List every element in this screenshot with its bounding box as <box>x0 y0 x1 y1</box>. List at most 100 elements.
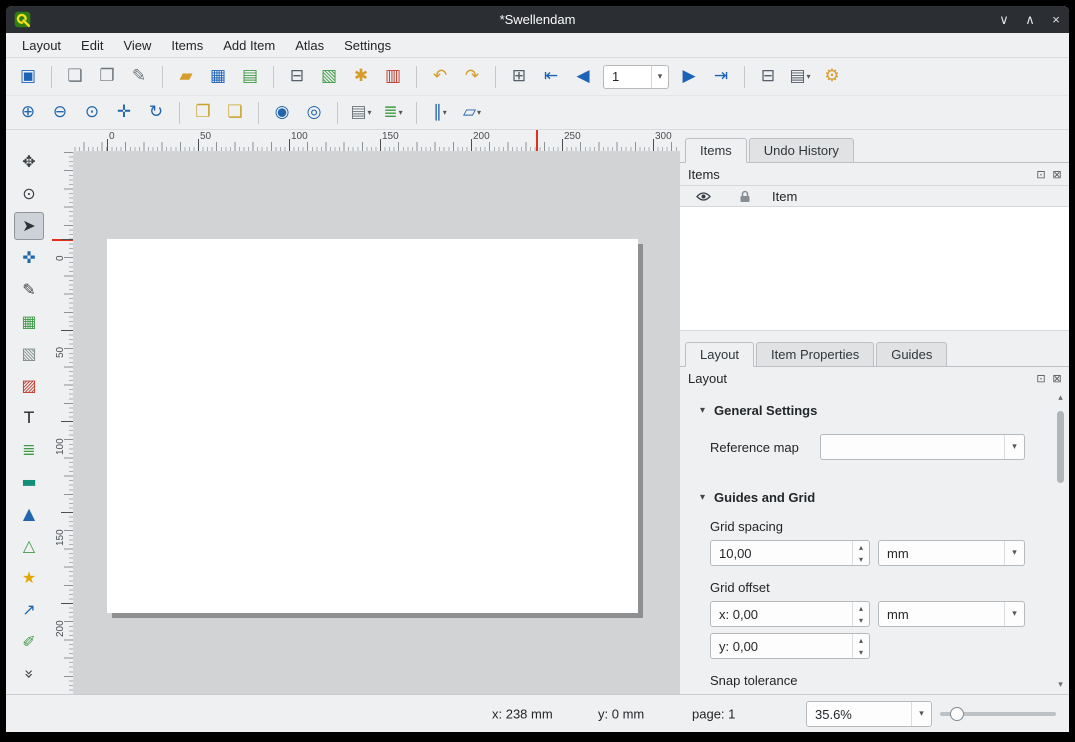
slider-handle[interactable] <box>950 707 964 721</box>
close-panel-button[interactable]: ⊠ <box>1049 370 1065 386</box>
grid-offset-y-spinbox[interactable]: y: 0,00 ▴▾ <box>710 633 870 659</box>
more-tools-button[interactable]: » <box>14 660 44 688</box>
select-move-item-button[interactable]: ➤ <box>14 212 44 240</box>
add-node-item-button[interactable]: ✐ <box>14 628 44 656</box>
new-layout-button[interactable]: ❏ <box>60 63 90 91</box>
undo-button[interactable]: ↶ <box>425 63 455 91</box>
ruler-label: 100 <box>291 131 308 142</box>
section-general-settings[interactable]: ▾ General Settings <box>700 403 1025 418</box>
add-map-button[interactable]: ▦ <box>14 308 44 336</box>
float-panel-button[interactable]: ⊡ <box>1033 370 1049 386</box>
add-arrow-button[interactable]: ↗ <box>14 596 44 624</box>
raise-items-button[interactable]: ▤▾ <box>346 99 376 127</box>
add-shape-button[interactable]: △ <box>14 532 44 560</box>
atlas-feature-spinbox[interactable]: 1▾ <box>603 65 669 89</box>
tab-items[interactable]: Items <box>685 138 747 163</box>
unlock-items-button[interactable]: ◎ <box>299 99 329 127</box>
menu-atlas[interactable]: Atlas <box>285 33 334 58</box>
spin-up-icon[interactable]: ▴ <box>853 634 869 646</box>
export-pdf-button[interactable]: ▥ <box>378 63 408 91</box>
zoom-in-button[interactable]: ⊕ <box>13 99 43 127</box>
duplicate-layout-button[interactable]: ❐ <box>92 63 122 91</box>
zoom-out-button[interactable]: ⊖ <box>45 99 75 127</box>
atlas-settings-button[interactable]: ⚙ <box>817 63 847 91</box>
zoom-full-button[interactable]: ✛ <box>109 99 139 127</box>
menu-add-item[interactable]: Add Item <box>213 33 285 58</box>
spin-down-icon[interactable]: ▾ <box>853 553 869 565</box>
close-button[interactable]: × <box>1043 6 1069 33</box>
tab-guides[interactable]: Guides <box>876 342 947 367</box>
menu-items[interactable]: Items <box>161 33 213 58</box>
float-panel-button[interactable]: ⊡ <box>1033 166 1049 182</box>
menu-settings[interactable]: Settings <box>334 33 401 58</box>
spin-down-icon[interactable]: ▾ <box>853 614 869 626</box>
resize-items-button[interactable]: ▱▾ <box>457 99 487 127</box>
zoom-actual-button[interactable]: ⊙ <box>77 99 107 127</box>
add-picture-button[interactable]: ▨ <box>14 372 44 400</box>
layout-panel-scrollbar[interactable]: ▴ ▾ <box>1055 393 1066 690</box>
toolbar-separator <box>273 66 274 88</box>
layout-manager-button[interactable]: ✎ <box>124 63 154 91</box>
spin-down-icon[interactable]: ▾ <box>853 646 869 658</box>
titlebar[interactable]: *Swellendam ∨∧× <box>6 6 1069 33</box>
spin-up-icon[interactable]: ▴ <box>853 541 869 553</box>
menu-view[interactable]: View <box>113 33 161 58</box>
lock-items-button[interactable]: ◉ <box>267 99 297 127</box>
reference-map-combobox[interactable]: ▾ <box>820 434 1025 460</box>
add-label-button[interactable]: T <box>14 404 44 432</box>
zoom-slider[interactable] <box>940 707 1056 721</box>
scroll-up-icon[interactable]: ▴ <box>1058 393 1063 403</box>
maximize-button[interactable]: ∧ <box>1017 6 1043 33</box>
tab-layout[interactable]: Layout <box>685 342 754 367</box>
zoom-level-combobox[interactable]: 35.6% ▾ <box>806 701 932 727</box>
preview-atlas-button[interactable]: ⊞ <box>504 63 534 91</box>
add-3d-map-button[interactable]: ▧ <box>14 340 44 368</box>
atlas-next-feature-button[interactable]: ▶ <box>674 63 704 91</box>
menu-layout[interactable]: Layout <box>12 33 71 58</box>
ungroup-items-button[interactable]: ❏ <box>220 99 250 127</box>
move-item-content-button[interactable]: ✜ <box>14 244 44 272</box>
add-legend-button[interactable]: ≣ <box>14 436 44 464</box>
add-north-arrow-button[interactable]: ▲ <box>14 500 44 528</box>
save-as-template-button[interactable]: ▦ <box>203 63 233 91</box>
distribute-items-button[interactable]: ∥▾ <box>425 99 455 127</box>
save-project-button[interactable]: ▣ <box>13 63 43 91</box>
open-template-button[interactable]: ▰ <box>171 63 201 91</box>
edit-nodes-item-button[interactable]: ✎ <box>14 276 44 304</box>
add-scalebar-button[interactable]: ▬ <box>14 468 44 496</box>
atlas-previous-feature-button[interactable]: ◀ <box>568 63 598 91</box>
print-atlas-button[interactable]: ⊟ <box>753 63 783 91</box>
grid-offset-unit-combobox[interactable]: mm ▾ <box>878 601 1025 627</box>
scrollbar-thumb[interactable] <box>1057 411 1064 483</box>
refresh-view-button[interactable]: ↻ <box>141 99 171 127</box>
redo-button[interactable]: ↷ <box>457 63 487 91</box>
print-button[interactable]: ⊟ <box>282 63 312 91</box>
grid-spacing-unit-combobox[interactable]: mm ▾ <box>878 540 1025 566</box>
dropdown-arrow-icon[interactable]: ▾ <box>651 66 668 88</box>
minimize-button[interactable]: ∨ <box>991 6 1017 33</box>
atlas-first-feature-button[interactable]: ⇤ <box>536 63 566 91</box>
grid-offset-x-spinbox[interactable]: x: 0,00 ▴▾ <box>710 601 870 627</box>
align-items-button[interactable]: ≣▾ <box>378 99 408 127</box>
add-marker-button[interactable]: ★ <box>14 564 44 592</box>
layout-canvas[interactable] <box>74 152 680 694</box>
section-guides-and-grid[interactable]: ▾ Guides and Grid <box>700 490 1025 505</box>
export-image-button[interactable]: ▧ <box>314 63 344 91</box>
menu-edit[interactable]: Edit <box>71 33 113 58</box>
tab-undo-history[interactable]: Undo History <box>749 138 854 163</box>
atlas-last-feature-button[interactable]: ⇥ <box>706 63 736 91</box>
tab-item-properties[interactable]: Item Properties <box>756 342 874 367</box>
close-panel-button[interactable]: ⊠ <box>1049 166 1065 182</box>
add-items-from-template-button[interactable]: ▤ <box>235 63 265 91</box>
scroll-down-icon[interactable]: ▾ <box>1058 680 1063 690</box>
items-list[interactable] <box>680 207 1069 331</box>
export-svg-button[interactable]: ✱ <box>346 63 376 91</box>
pan-tool-button[interactable]: ✥ <box>14 148 44 176</box>
spin-up-icon[interactable]: ▴ <box>853 602 869 614</box>
export-atlas-button[interactable]: ▤▾ <box>785 63 815 91</box>
zoom-tool-button[interactable]: ⊙ <box>14 180 44 208</box>
group-items-button[interactable]: ❐ <box>188 99 218 127</box>
layout-page[interactable] <box>107 239 638 613</box>
ruler-label: 0 <box>109 131 115 142</box>
grid-spacing-spinbox[interactable]: 10,00 ▴▾ <box>710 540 870 566</box>
